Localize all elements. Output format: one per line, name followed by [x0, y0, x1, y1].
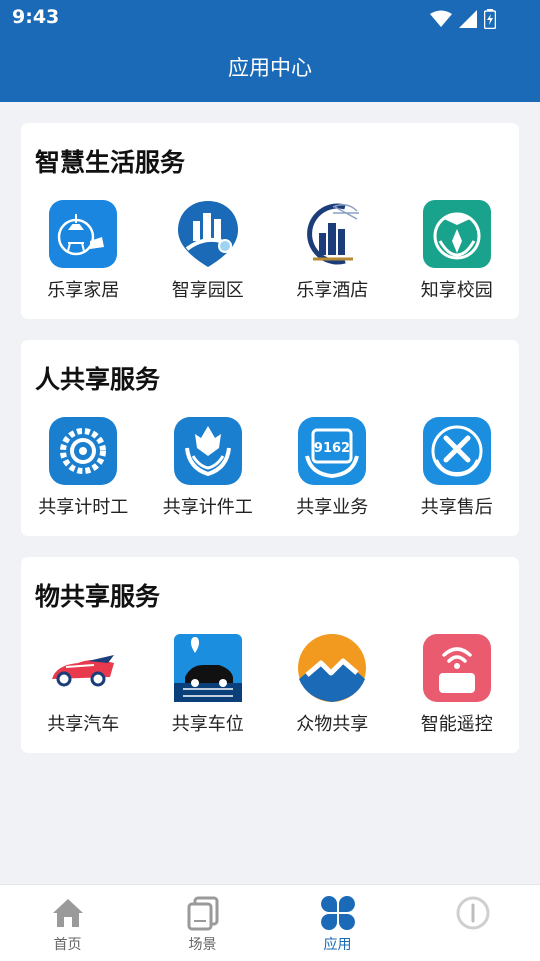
- smart-home-icon: [49, 200, 118, 268]
- app-after-sales[interactable]: 共享售后: [395, 416, 520, 519]
- app-label: 知享校园: [420, 280, 493, 301]
- app-hotel[interactable]: 乐享酒店: [270, 199, 395, 302]
- nav-scene[interactable]: 场景: [135, 885, 270, 961]
- status-time: 9:43: [12, 6, 60, 28]
- app-label: 共享计件工: [162, 497, 253, 518]
- section-title: 智慧生活服务: [35, 148, 186, 177]
- nav-label: 应用: [323, 937, 352, 953]
- signal-icon: [459, 10, 477, 28]
- page-title: 应用中心: [228, 56, 312, 80]
- apps-icon: [320, 896, 355, 930]
- nav-label: 首页: [53, 937, 82, 953]
- scene-icon: [187, 896, 218, 931]
- nav-apps[interactable]: 应用: [270, 885, 405, 961]
- app-things-sharing[interactable]: 众物共享: [270, 633, 395, 736]
- status-icons: [430, 9, 496, 29]
- car-icon: [52, 655, 115, 687]
- section-title: 物共享服务: [35, 582, 161, 611]
- app-parking[interactable]: 共享车位: [146, 633, 271, 736]
- section-people-sharing: 人共享服务 共享计时工 共享计件工 9162 共享业务 共享售后: [21, 340, 519, 536]
- hotel-icon: [307, 203, 360, 265]
- app-business[interactable]: 9162 共享业务: [270, 416, 395, 519]
- piece-worker-icon: [173, 417, 242, 485]
- app-label: 共享计时工: [38, 497, 129, 518]
- app-park[interactable]: 智享园区: [146, 199, 271, 302]
- app-label: 乐享家居: [47, 280, 120, 301]
- app-label: 共享售后: [420, 497, 493, 518]
- section-title: 人共享服务: [35, 365, 161, 394]
- nav-home[interactable]: 首页: [0, 885, 135, 961]
- app-label: 智能遥控: [420, 714, 493, 735]
- wifi-icon: [430, 10, 452, 27]
- battery-icon: [484, 9, 496, 29]
- timed-worker-icon: [49, 417, 118, 485]
- app-timed-worker[interactable]: 共享计时工: [21, 416, 146, 519]
- nav-profile[interactable]: [405, 885, 540, 961]
- remote-control-icon: [422, 634, 491, 702]
- mountain-icon: [298, 634, 367, 702]
- app-label: 共享业务: [296, 497, 369, 518]
- app-label: 乐享酒店: [296, 280, 369, 301]
- app-label: 众物共享: [296, 714, 369, 735]
- app-car[interactable]: 共享汽车: [21, 633, 146, 736]
- section-smart-life: 智慧生活服务 乐享家居 智享园区 乐享酒店 知享校园: [21, 123, 519, 319]
- app-header: 9:43 应用中心: [0, 0, 540, 102]
- app-piece-worker[interactable]: 共享计件工: [146, 416, 271, 519]
- home-icon: [52, 899, 83, 927]
- nav-label: 场景: [188, 937, 217, 953]
- app-label: 共享车位: [171, 714, 244, 735]
- app-campus[interactable]: 知享校园: [395, 199, 520, 302]
- app-home[interactable]: 乐享家居: [21, 199, 146, 302]
- svg-text:9162: 9162: [314, 441, 350, 456]
- business-icon: 9162: [298, 417, 367, 485]
- app-label: 共享汽车: [47, 714, 120, 735]
- app-remote-control[interactable]: 智能遥控: [395, 633, 520, 736]
- after-sales-icon: [422, 417, 491, 485]
- parking-icon: [173, 634, 242, 702]
- app-label: 智享园区: [171, 280, 244, 301]
- bottom-nav: 首页 场景 应用: [0, 884, 540, 961]
- profile-icon: [456, 896, 489, 930]
- campus-icon: [422, 200, 491, 268]
- park-icon: [177, 201, 238, 267]
- section-item-sharing: 物共享服务 共享汽车 共享车位 众物共享 智能遥控: [21, 557, 519, 753]
